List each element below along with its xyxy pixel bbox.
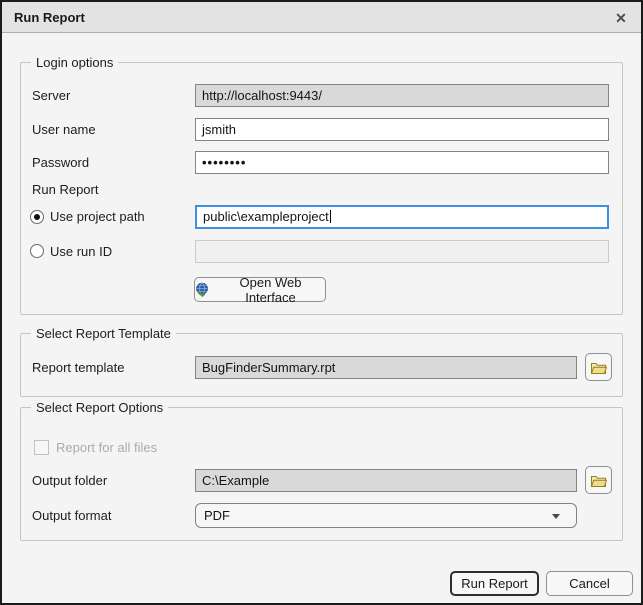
- text-caret: [330, 210, 331, 223]
- run-report-button[interactable]: Run Report: [450, 571, 539, 596]
- report-template-label: Report template: [32, 356, 125, 379]
- run-id-field: [195, 240, 609, 263]
- output-folder-field: C:\Example: [195, 469, 577, 492]
- report-all-files-label: Report for all files: [56, 440, 157, 456]
- use-run-id-label: Use run ID: [50, 240, 112, 263]
- use-project-path-radio[interactable]: [30, 210, 44, 224]
- username-field[interactable]: jsmith: [195, 118, 609, 141]
- server-field: http://localhost:9443/: [195, 84, 609, 107]
- close-icon[interactable]: ✕: [611, 8, 631, 28]
- project-path-value: public\exampleproject: [203, 209, 329, 224]
- dialog-title: Run Report: [14, 2, 85, 33]
- username-label: User name: [32, 118, 96, 141]
- run-report-dialog: Run Report ✕ Login options Server http:/…: [0, 0, 643, 605]
- password-field[interactable]: ••••••••: [195, 151, 609, 174]
- server-value: http://localhost:9443/: [202, 88, 322, 103]
- username-value: jsmith: [202, 122, 236, 137]
- open-web-interface-label: Open Web Interface: [216, 275, 325, 305]
- report-all-files-checkbox: [34, 440, 49, 455]
- folder-icon: [590, 360, 607, 375]
- cancel-button-label: Cancel: [569, 576, 609, 591]
- run-report-section-label: Run Report: [32, 182, 98, 197]
- browse-output-folder-button[interactable]: [585, 466, 612, 494]
- output-folder-value: C:\Example: [202, 473, 269, 488]
- cancel-button[interactable]: Cancel: [546, 571, 633, 596]
- password-label: Password: [32, 151, 89, 174]
- server-label: Server: [32, 84, 70, 107]
- chevron-down-icon: [552, 514, 560, 519]
- run-report-button-label: Run Report: [461, 576, 527, 591]
- project-path-field[interactable]: public\exampleproject: [195, 205, 609, 229]
- login-options-legend: Login options: [31, 55, 118, 70]
- use-project-path-label: Use project path: [50, 205, 145, 229]
- open-web-interface-button[interactable]: Open Web Interface: [194, 277, 326, 302]
- output-format-label: Output format: [32, 503, 111, 528]
- output-format-dropdown[interactable]: PDF: [195, 503, 577, 528]
- password-value: ••••••••: [202, 155, 246, 170]
- select-report-options-legend: Select Report Options: [31, 400, 168, 415]
- folder-icon: [590, 473, 607, 488]
- output-folder-label: Output folder: [32, 469, 107, 492]
- browse-template-button[interactable]: [585, 353, 612, 381]
- report-template-field: BugFinderSummary.rpt: [195, 356, 577, 379]
- select-report-template-legend: Select Report Template: [31, 326, 176, 341]
- report-template-value: BugFinderSummary.rpt: [202, 360, 335, 375]
- use-run-id-radio[interactable]: [30, 244, 44, 258]
- title-bar: Run Report ✕: [2, 2, 641, 33]
- output-format-value: PDF: [204, 508, 230, 523]
- globe-icon: [195, 282, 210, 297]
